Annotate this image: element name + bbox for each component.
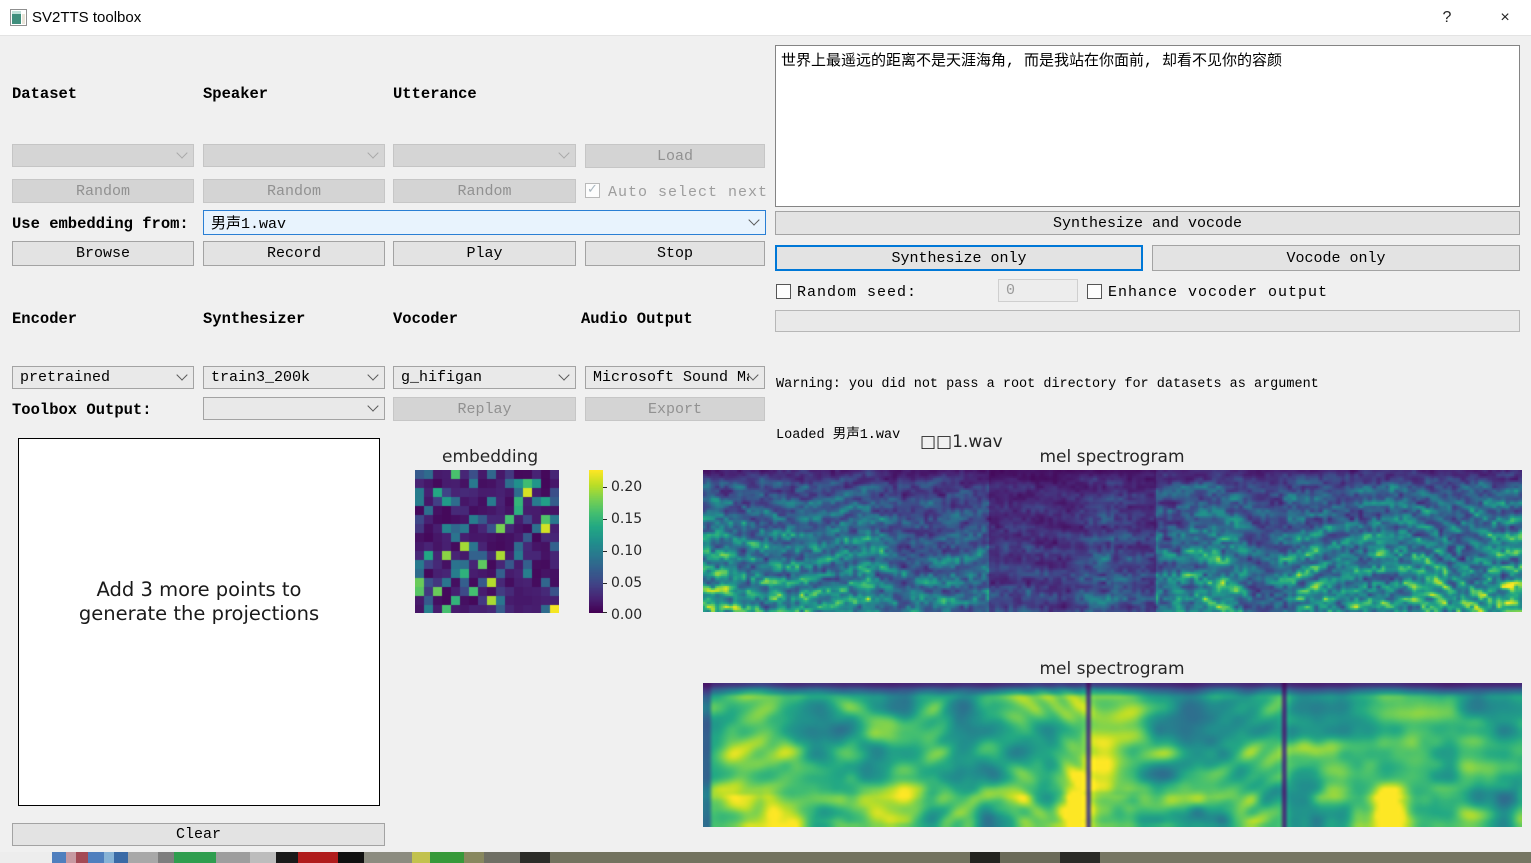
colorbar-tick [603,612,607,613]
colorbar-tick [603,487,607,488]
close-button[interactable]: × [1482,0,1528,36]
synthesizer-combo[interactable]: train3_200k [203,366,385,389]
seed-input[interactable]: 0 [998,279,1078,302]
speaker-random-button[interactable]: Random [203,179,385,203]
embedding-source-value: 男声1.wav [211,212,286,233]
chevron-down-icon [558,147,569,158]
synthesize-only-button[interactable]: Synthesize only [775,245,1143,271]
chevron-down-icon [176,147,187,158]
record-button[interactable]: Record [203,241,385,266]
chevron-down-icon [367,369,378,380]
window-title: SV2TTS toolbox [32,9,141,26]
auto-select-checkbox[interactable]: ✓ [585,183,600,198]
help-button[interactable]: ? [1424,0,1470,36]
progress-bar [775,310,1520,332]
speaker-combo[interactable] [203,144,385,167]
mel2-title: mel spectrogram [1039,659,1184,679]
load-button[interactable]: Load [585,144,765,168]
synthesis-text-input[interactable]: 世界上最遥远的距离不是天涯海角, 而是我站在你面前, 却看不见你的容颜 [775,45,1520,207]
dataset-random-button[interactable]: Random [12,179,194,203]
auto-select-label: Auto select next [608,184,768,201]
browse-button[interactable]: Browse [12,241,194,266]
chevron-down-icon [748,214,759,225]
stop-button[interactable]: Stop [585,241,765,266]
embedding-source-combo[interactable]: 男声1.wav [203,210,766,235]
log-line: Loaded 男声1.wav [776,427,1521,444]
encoder-value: pretrained [20,369,110,386]
replay-button[interactable]: Replay [393,397,576,421]
projections-message-line1: Add 3 more points to [79,578,319,602]
log-line: Warning: you did not pass a root directo… [776,376,1521,393]
toolbox-output-combo[interactable] [203,397,385,420]
embedding-colorbar [589,470,603,613]
encoder-combo[interactable]: pretrained [12,366,194,389]
synthesizer-label: Synthesizer [203,310,305,328]
colorbar-tick-label: 0.10 [611,543,642,559]
check-icon: ✓ [587,182,598,197]
speaker-label: Speaker [203,85,268,103]
colorbar-tick [603,583,607,584]
colorbar-tick-label: 0.15 [611,511,642,527]
utterance-label: Utterance [393,85,477,103]
colorbar-tick-label: 0.00 [611,607,642,623]
vocoder-combo[interactable]: g_hifigan [393,366,576,389]
utterance-combo[interactable] [393,144,576,167]
embedding-heatmap [415,470,559,613]
chevron-down-icon [176,369,187,380]
dataset-label: Dataset [12,85,77,103]
random-seed-checkbox[interactable] [776,284,791,299]
vocoder-label: Vocoder [393,310,458,328]
colorbar-tick [603,519,607,520]
projections-panel: Add 3 more points to generate the projec… [18,438,380,806]
audio-output-combo[interactable]: Microsoft Sound Mapper [585,366,765,389]
mel1-title: mel spectrogram [1039,447,1184,467]
vocode-only-button[interactable]: Vocode only [1152,245,1520,271]
random-seed-label: Random seed: [797,284,917,301]
synthesize-and-vocode-button[interactable]: Synthesize and vocode [775,211,1520,235]
chevron-down-icon [558,369,569,380]
app-icon [10,9,27,26]
chevron-down-icon [747,369,758,380]
mel-spectrogram-generated [703,683,1522,827]
embedding-title: embedding [442,447,538,467]
synthesizer-value: train3_200k [211,369,310,386]
dataset-combo[interactable] [12,144,194,167]
enhance-vocoder-checkbox[interactable] [1087,284,1102,299]
export-button[interactable]: Export [585,397,765,421]
chevron-down-icon [367,400,378,411]
use-embedding-label: Use embedding from: [12,215,189,233]
colorbar-tick-label: 0.05 [611,575,642,591]
taskbar-strip [0,852,1531,863]
enhance-vocoder-label: Enhance vocoder output [1108,284,1328,301]
title-bar: SV2TTS toolbox ? × [0,0,1531,36]
record-title: □□1.wav [920,432,1003,452]
play-button[interactable]: Play [393,241,576,266]
colorbar-tick [603,551,607,552]
chevron-down-icon [367,147,378,158]
audio-output-value: Microsoft Sound Mapper [593,369,749,386]
encoder-label: Encoder [12,310,77,328]
clear-button[interactable]: Clear [12,823,385,846]
seed-value: 0 [1006,282,1015,299]
audio-output-label: Audio Output [581,310,693,328]
vocoder-value: g_hifigan [401,369,482,386]
mel-spectrogram-target [703,470,1522,612]
projections-message-line2: generate the projections [79,602,319,626]
utterance-random-button[interactable]: Random [393,179,576,203]
colorbar-tick-label: 0.20 [611,479,642,495]
toolbox-output-label: Toolbox Output: [12,401,152,419]
